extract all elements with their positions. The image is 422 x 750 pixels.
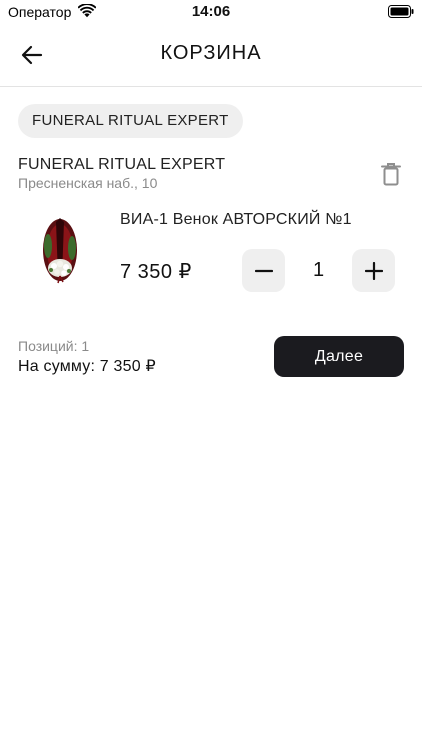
product-price: 7 350 ₽ xyxy=(120,261,192,283)
trash-icon xyxy=(381,163,401,186)
next-button[interactable]: Далее xyxy=(274,336,404,377)
plus-icon xyxy=(364,261,383,280)
status-bar: Оператор 14:06 xyxy=(0,0,422,26)
shop-name: FUNERAL RITUAL EXPERT xyxy=(18,156,226,173)
wreath-product-image xyxy=(43,218,77,284)
app-header: КОРЗИНА xyxy=(0,26,422,87)
minus-icon xyxy=(254,269,273,272)
page-title: КОРЗИНА xyxy=(160,42,262,64)
battery-icon xyxy=(388,5,414,18)
order-total: На сумму: 7 350 ₽ xyxy=(18,358,156,375)
decrease-quantity-button[interactable] xyxy=(242,249,285,292)
quantity-value: 1 xyxy=(312,259,325,281)
status-time: 14:06 xyxy=(191,3,231,20)
shop-filter-chip[interactable]: FUNERAL RITUAL EXPERT xyxy=(18,104,243,138)
increase-quantity-button[interactable] xyxy=(352,249,395,292)
delete-shop-button[interactable] xyxy=(380,162,402,186)
shop-address: Пресненская наб., 10 xyxy=(18,175,158,191)
product-name: ВИА-1 Венок АВТОРСКИЙ №1 xyxy=(120,211,352,228)
positions-count: Позиций: 1 xyxy=(18,338,90,354)
